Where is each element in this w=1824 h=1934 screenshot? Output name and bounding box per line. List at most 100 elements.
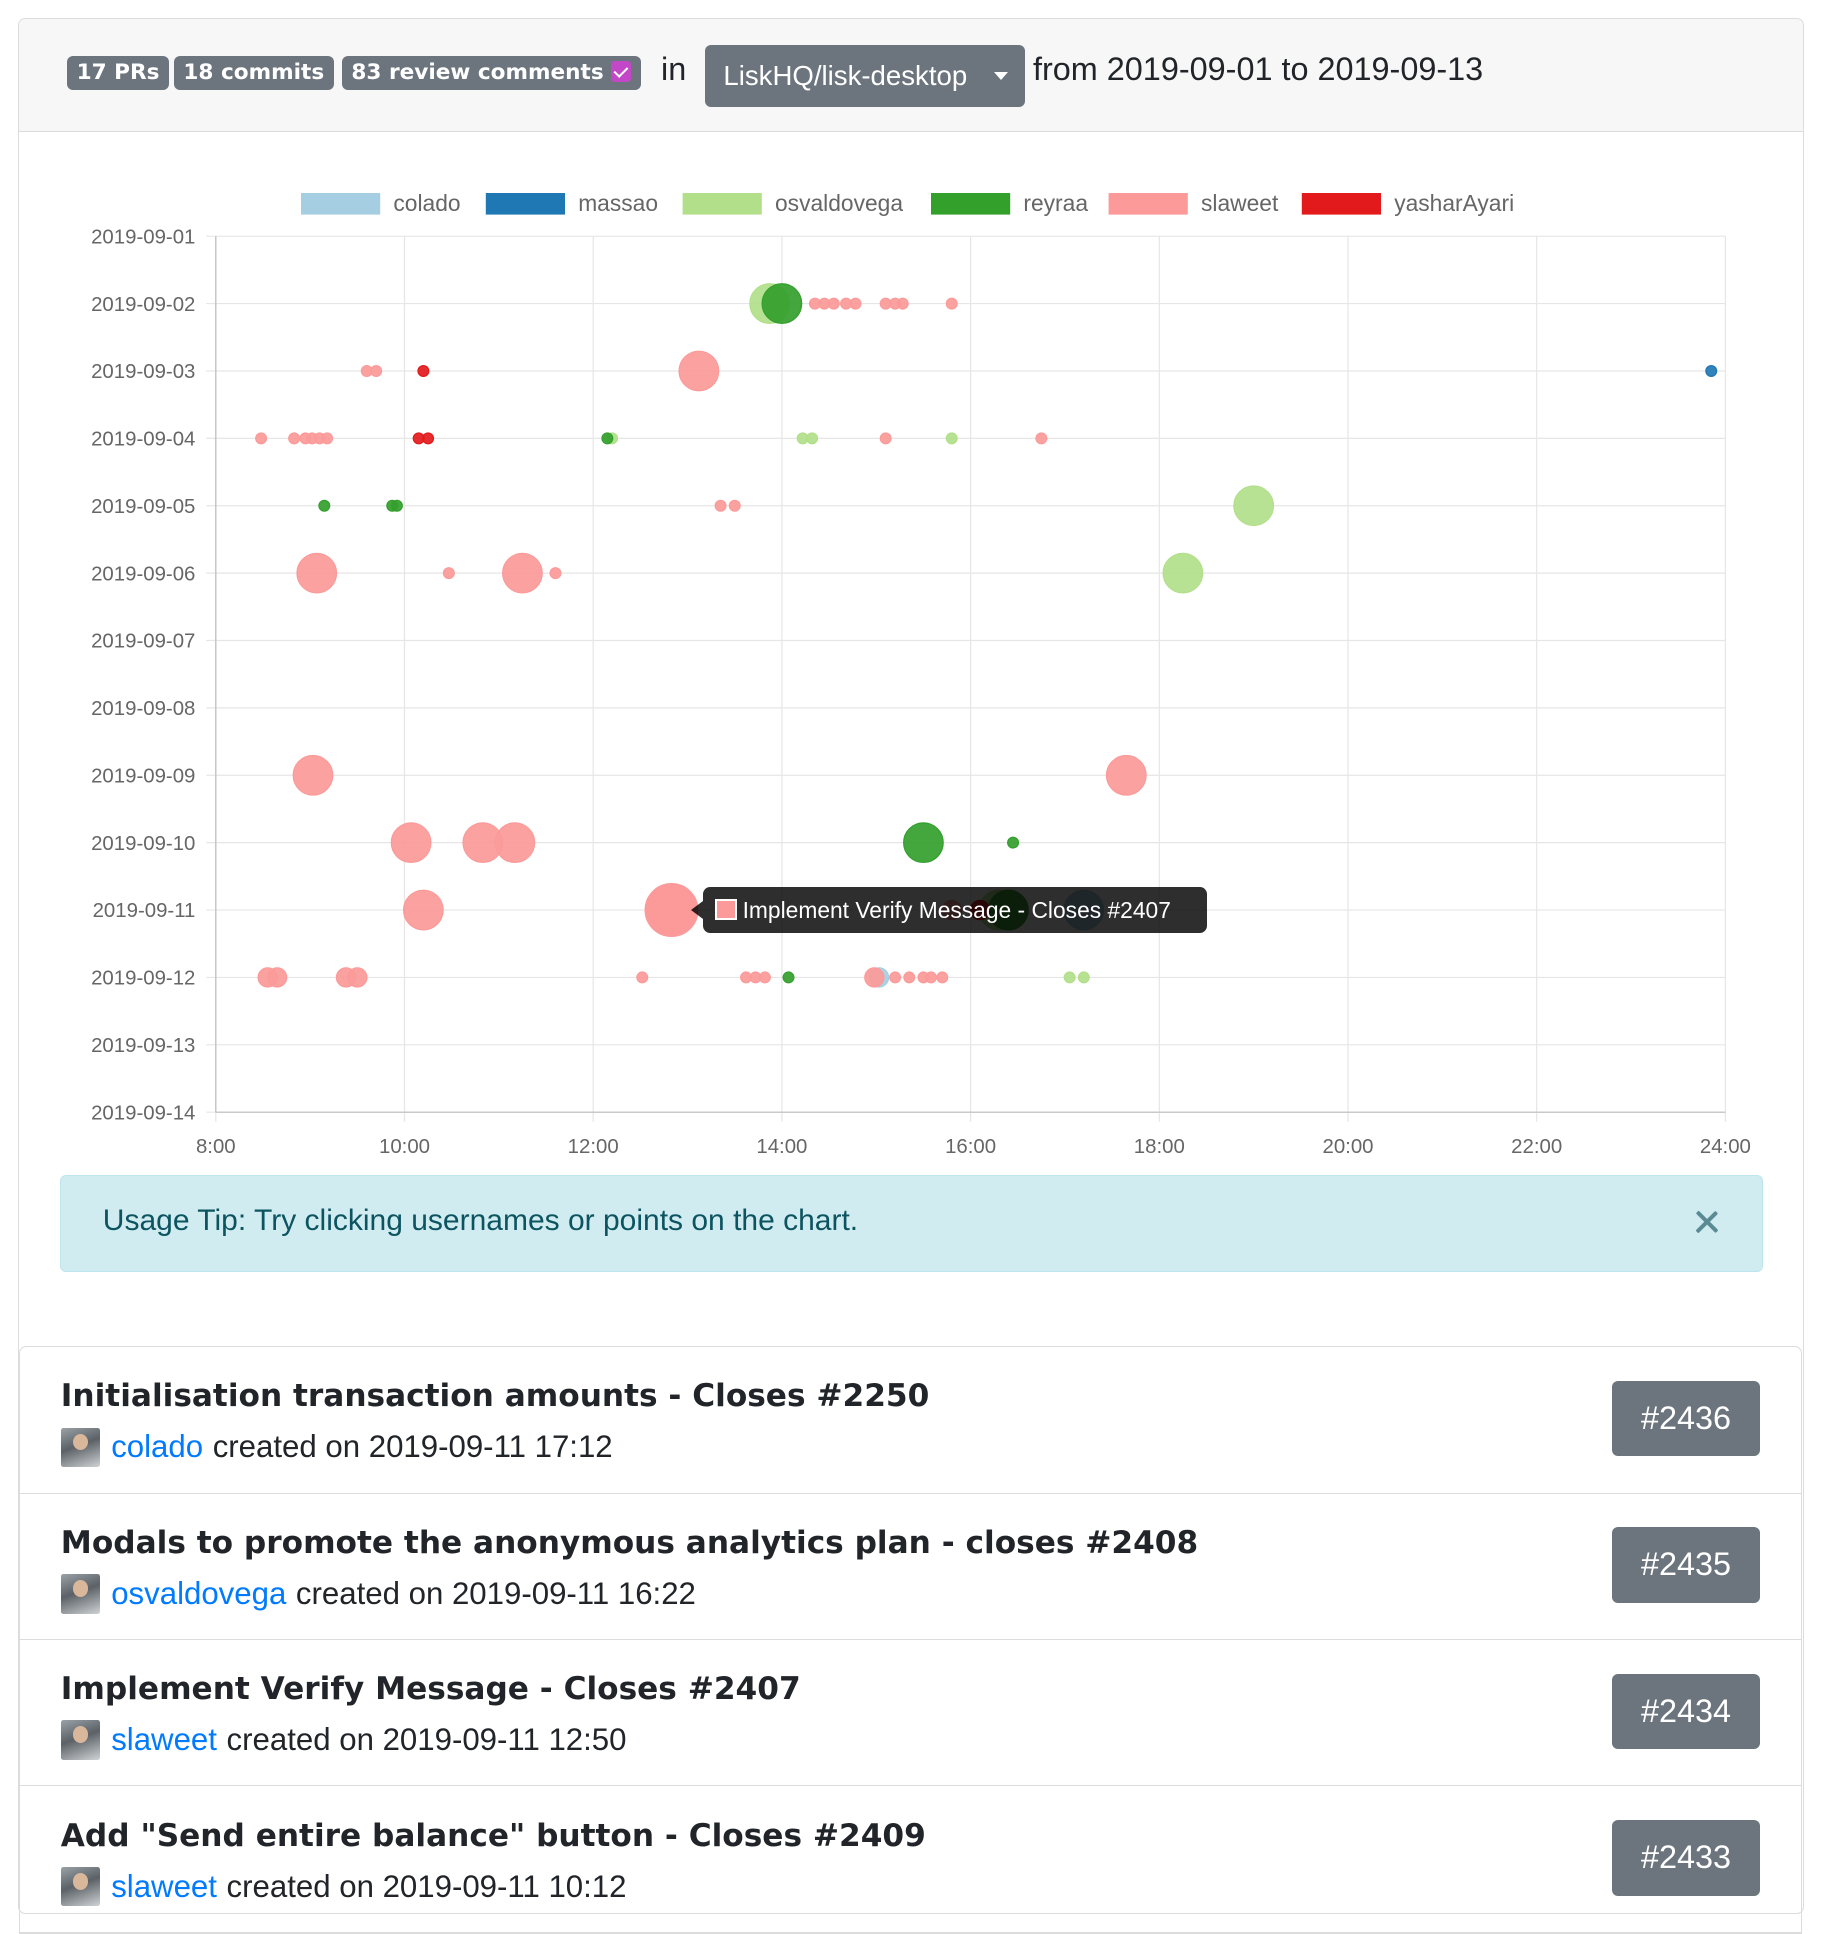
legend-item-yasharAyari[interactable]: yasharAyari: [1301, 190, 1514, 216]
pr-title[interactable]: Initialisation transaction amounts - Clo…: [61, 1378, 930, 1414]
author-link[interactable]: slaweet: [111, 1869, 217, 1905]
data-point-osvaldovega[interactable]: [1233, 485, 1275, 527]
data-point-reyraa[interactable]: [782, 971, 795, 984]
x-tick-label: 8:00: [196, 1136, 236, 1158]
created-text: created on 2019-09-11 16:22: [295, 1575, 696, 1611]
created-text: created on 2019-09-11 12:50: [226, 1722, 627, 1758]
pr-number-button[interactable]: #2434: [1611, 1673, 1761, 1750]
data-point-slaweet[interactable]: [494, 822, 536, 864]
pr-number-button[interactable]: #2433: [1611, 1819, 1761, 1896]
data-point-osvaldovega[interactable]: [1077, 971, 1090, 984]
x-tick-label: 22:00: [1511, 1136, 1562, 1158]
tooltip-swatch: [715, 898, 737, 921]
data-point-slaweet[interactable]: [402, 889, 444, 931]
data-point-slaweet[interactable]: [849, 297, 862, 310]
legend-label: reyraa: [1023, 190, 1088, 216]
data-point-slaweet[interactable]: [924, 971, 937, 984]
data-point-reyraa[interactable]: [390, 499, 403, 512]
data-point-reyraa[interactable]: [761, 283, 803, 324]
pr-meta: osvaldovega created on 2019-09-11 16:22: [60, 1573, 696, 1614]
y-tick-label: 2019-09-01: [91, 226, 195, 248]
data-point-osvaldovega[interactable]: [1162, 552, 1204, 594]
legend-swatch: [682, 193, 762, 215]
data-point-slaweet[interactable]: [442, 567, 455, 580]
legend-label: osvaldovega: [775, 190, 903, 216]
data-point-slaweet[interactable]: [827, 297, 840, 310]
legend-swatch: [485, 193, 565, 215]
legend-item-osvaldovega[interactable]: osvaldovega: [682, 190, 904, 216]
data-point-slaweet[interactable]: [945, 297, 958, 310]
data-point-slaweet[interactable]: [896, 297, 909, 310]
pr-list-item[interactable]: Implement Verify Message - Closes #2407 …: [20, 1640, 1802, 1787]
data-point-reyraa[interactable]: [318, 499, 331, 512]
pr-number-button[interactable]: #2435: [1611, 1527, 1761, 1603]
data-point-slaweet[interactable]: [549, 567, 562, 580]
data-point-osvaldovega[interactable]: [806, 432, 819, 445]
data-point-slaweet[interactable]: [714, 499, 727, 512]
data-point-slaweet[interactable]: [889, 971, 902, 984]
data-point-slaweet[interactable]: [864, 967, 885, 988]
y-tick-label: 2019-09-09: [91, 765, 195, 787]
chart-points: [255, 283, 1718, 988]
legend-item-reyraa[interactable]: reyraa: [931, 190, 1088, 216]
avatar: [60, 1866, 101, 1907]
author-link[interactable]: slaweet: [111, 1722, 217, 1758]
y-tick-label: 2019-09-03: [91, 361, 195, 383]
usage-tip-text: Usage Tip: Try clicking usernames or poi…: [102, 1204, 859, 1238]
pr-list-item[interactable]: Add "Send entire balance" button - Close…: [20, 1786, 1802, 1933]
y-tick-label: 2019-09-06: [91, 563, 195, 585]
data-point-slaweet[interactable]: [936, 971, 949, 984]
pr-title[interactable]: Modals to promote the anonymous analytic…: [61, 1525, 1198, 1561]
y-tick-label: 2019-09-13: [91, 1035, 195, 1057]
pr-list-item[interactable]: Modals to promote the anonymous analytic…: [20, 1494, 1802, 1640]
scatter-chart[interactable]: colado massao osvaldovega reyraa slaweet yash…: [19, 19, 1805, 1171]
data-point-yasharAyari[interactable]: [422, 432, 435, 445]
data-point-slaweet[interactable]: [255, 432, 268, 445]
data-point-massao[interactable]: [1705, 364, 1718, 377]
data-point-osvaldovega[interactable]: [945, 432, 958, 445]
data-point-slaweet[interactable]: [292, 754, 334, 796]
legend-swatch: [931, 193, 1011, 215]
x-tick-label: 16:00: [945, 1136, 996, 1158]
data-point-slaweet[interactable]: [879, 432, 892, 445]
pr-number-button[interactable]: #2436: [1611, 1380, 1761, 1457]
data-point-osvaldovega[interactable]: [1063, 971, 1076, 984]
data-point-slaweet[interactable]: [502, 552, 543, 594]
data-point-slaweet[interactable]: [288, 432, 301, 445]
data-point-slaweet[interactable]: [758, 971, 771, 984]
legend-swatch: [1108, 193, 1188, 215]
x-tick-label: 12:00: [568, 1136, 619, 1158]
chart-tooltip: Implement Verify Message - Closes #2407: [691, 886, 1207, 934]
data-point-slaweet[interactable]: [321, 432, 334, 445]
author-link[interactable]: osvaldovega: [111, 1576, 286, 1612]
legend-swatch: [1301, 193, 1381, 215]
data-point-slaweet[interactable]: [728, 499, 741, 512]
data-point-slaweet[interactable]: [1035, 432, 1048, 445]
data-point-reyraa[interactable]: [903, 822, 944, 864]
author-link[interactable]: colado: [111, 1429, 203, 1465]
legend-label: colado: [393, 190, 460, 216]
y-tick-label: 2019-09-12: [91, 968, 195, 990]
legend-item-massao[interactable]: massao: [485, 190, 658, 216]
data-point-slaweet[interactable]: [678, 350, 720, 392]
legend-label: slaweet: [1201, 190, 1279, 216]
data-point-slaweet[interactable]: [266, 967, 288, 988]
legend-item-colado[interactable]: colado: [301, 190, 461, 216]
pr-list: Initialisation transaction amounts - Clo…: [19, 1346, 1803, 1934]
data-point-slaweet[interactable]: [296, 552, 338, 594]
data-point-slaweet[interactable]: [370, 364, 383, 377]
data-point-slaweet[interactable]: [636, 971, 649, 984]
data-point-slaweet[interactable]: [390, 822, 432, 864]
data-point-slaweet[interactable]: [347, 967, 368, 988]
pr-list-item[interactable]: Initialisation transaction amounts - Clo…: [20, 1347, 1802, 1494]
data-point-slaweet[interactable]: [903, 971, 916, 984]
data-point-reyraa[interactable]: [1007, 836, 1020, 849]
data-point-slaweet[interactable]: [1105, 754, 1147, 796]
pr-title[interactable]: Add "Send entire balance" button - Close…: [61, 1818, 926, 1854]
data-point-yasharAyari[interactable]: [417, 364, 430, 377]
legend-item-slaweet[interactable]: slaweet: [1108, 190, 1279, 216]
close-icon[interactable]: [1694, 1209, 1718, 1233]
data-point-reyraa[interactable]: [601, 432, 614, 445]
pr-title[interactable]: Implement Verify Message - Closes #2407: [61, 1671, 801, 1707]
data-point-slaweet[interactable]: [644, 883, 699, 938]
